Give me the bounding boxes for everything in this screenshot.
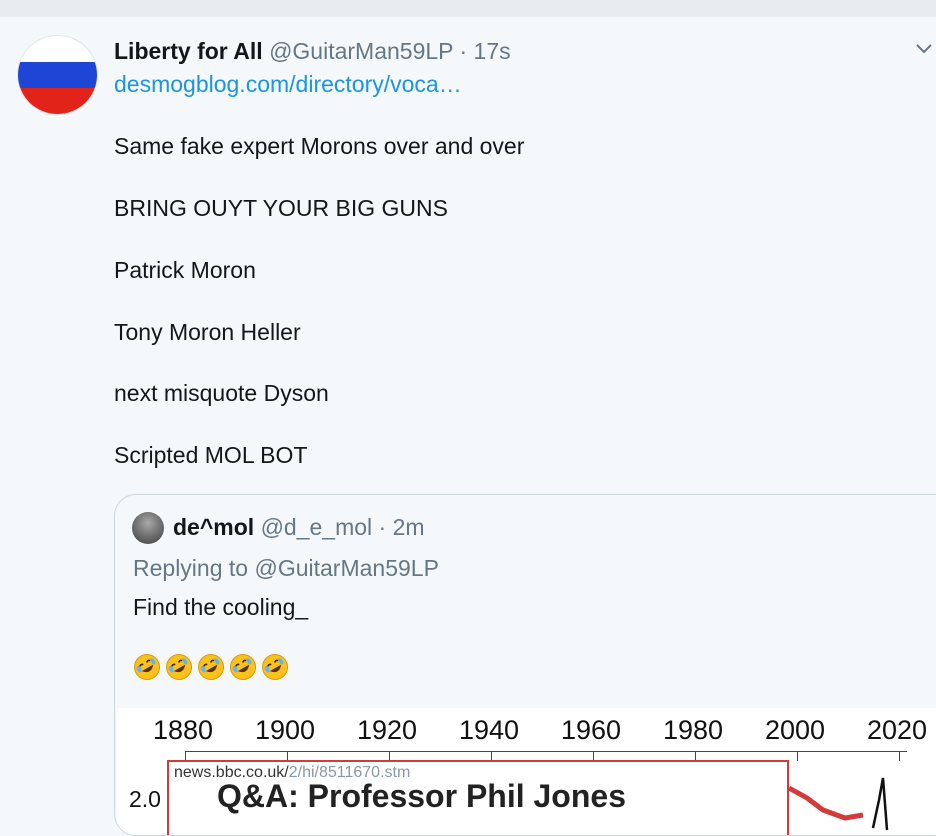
- tweet-link[interactable]: desmogblog.com/directory/voca…: [114, 70, 462, 98]
- emoji-row: [133, 653, 293, 683]
- news-inset: news.bbc.co.uk/2/hi/8511670.stm Q&A: Pro…: [167, 760, 789, 835]
- tweet-paragraph: Patrick Moron: [114, 257, 256, 283]
- tweet-paragraph: next misquote Dyson: [114, 380, 329, 406]
- timestamp[interactable]: 17s: [474, 38, 511, 64]
- quoted-avatar[interactable]: [132, 512, 164, 544]
- year-label: 1940: [459, 715, 520, 745]
- chevron-down-icon[interactable]: [913, 38, 935, 60]
- quoted-author-handle[interactable]: @d_e_mol: [261, 514, 373, 540]
- tweet-header: Liberty for All @GuitarMan59LP · 17s: [114, 36, 511, 66]
- temperature-trace: [787, 777, 889, 831]
- top-bar: [0, 0, 936, 17]
- separator-dot: ·: [459, 38, 468, 64]
- rolling-on-floor-laughing-icon: [198, 654, 224, 680]
- quoted-header: de^mol @d_e_mol · 2m: [173, 512, 425, 542]
- replying-prefix: Replying to: [133, 555, 249, 581]
- quoted-text: Find the cooling_: [133, 594, 309, 620]
- news-headline: Q&A: Professor Phil Jones: [217, 778, 626, 814]
- rolling-on-floor-laughing-icon: [166, 654, 192, 680]
- axis-tick: [797, 751, 798, 761]
- replying-mention[interactable]: @GuitarMan59LP: [254, 555, 438, 581]
- axis-line: [185, 751, 907, 752]
- replying-to: Replying to @GuitarMan59LP: [133, 553, 439, 583]
- quoted-timestamp[interactable]: 2m: [393, 514, 425, 540]
- tweet-paragraph: BRING OUYT YOUR BIG GUNS: [114, 195, 448, 221]
- axis-tick: [899, 751, 900, 761]
- avatar[interactable]: [18, 36, 97, 114]
- rolling-on-floor-laughing-icon: [230, 654, 256, 680]
- rolling-on-floor-laughing-icon: [262, 654, 288, 680]
- author-handle[interactable]: @GuitarMan59LP: [269, 38, 453, 64]
- year-label: 1880: [153, 715, 214, 745]
- tweet-paragraph: Scripted MOL BOT: [114, 442, 308, 468]
- year-label: 2020: [867, 715, 928, 745]
- separator-dot: ·: [378, 514, 387, 540]
- quoted-tweet[interactable]: de^mol @d_e_mol · 2m Replying to @Guitar…: [114, 494, 936, 836]
- year-label: 1920: [357, 715, 418, 745]
- attached-image[interactable]: 1880 1900 1920 1940 1960 1980 2000 2020 …: [117, 708, 936, 835]
- year-label: 1900: [255, 715, 316, 745]
- year-label: 1980: [663, 715, 724, 745]
- author-name[interactable]: Liberty for All: [114, 38, 263, 64]
- quoted-author-name[interactable]: de^mol: [173, 514, 254, 540]
- rolling-on-floor-laughing-icon: [134, 654, 160, 680]
- y-tick-label: 2.0: [129, 786, 161, 812]
- year-label: 1960: [561, 715, 622, 745]
- year-label: 2000: [765, 715, 826, 745]
- tweet-paragraph: Same fake expert Morons over and over: [114, 133, 525, 159]
- tweet-paragraph: Tony Moron Heller: [114, 319, 301, 345]
